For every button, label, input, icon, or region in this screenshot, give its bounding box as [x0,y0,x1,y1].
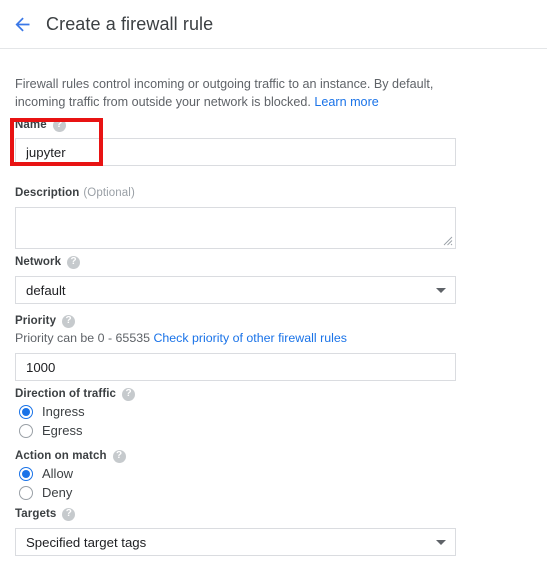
name-field-group: Name [15,118,456,166]
priority-field-group: Priority Priority can be 0 - 65535 Check… [15,314,456,381]
priority-label: Priority [15,314,456,328]
arrow-left-icon[interactable] [10,12,34,36]
targets-field-group: Targets Specified target tags [15,507,456,556]
learn-more-link[interactable]: Learn more [314,95,378,109]
network-label-text: Network [15,256,62,268]
network-label: Network [15,255,456,269]
network-select[interactable]: default [15,276,456,304]
help-circle-icon[interactable] [122,387,136,401]
help-circle-icon[interactable] [67,255,81,269]
action-label-text: Action on match [15,450,107,462]
radio-action-allow[interactable]: Allow [15,465,126,482]
page-header: Create a firewall rule [0,0,547,49]
direction-field-group: Direction of traffic Ingress Egress [15,387,136,439]
priority-hint: Priority can be 0 - 65535 Check priority… [15,330,456,346]
radio-button-unselected-icon[interactable] [19,423,33,438]
radio-button-unselected-icon[interactable] [19,485,33,500]
network-select-value: default [26,282,66,298]
action-field-group: Action on match Allow Deny [15,449,126,501]
description-optional-text: (Optional) [83,187,135,199]
radio-button-selected-icon[interactable] [19,404,33,419]
help-circle-icon[interactable] [62,314,76,328]
description-textarea-wrapper [15,207,456,249]
radio-direction-egress-label: Egress [42,422,83,438]
radio-action-deny[interactable]: Deny [15,484,126,501]
intro-text: Firewall rules control incoming or outgo… [15,75,445,111]
radio-action-deny-label: Deny [42,484,73,500]
priority-label-text: Priority [15,315,57,327]
check-priority-link[interactable]: Check priority of other firewall rules [153,331,347,345]
priority-hint-text: Priority can be 0 - 65535 [15,331,154,345]
description-label: Description (Optional) [15,186,456,200]
help-circle-icon[interactable] [112,449,126,463]
name-label-text: Name [15,119,47,131]
chevron-down-icon [436,288,446,293]
radio-direction-egress[interactable]: Egress [15,422,135,439]
help-circle-icon[interactable] [52,118,66,132]
chevron-down-icon [436,540,446,545]
direction-label: Direction of traffic [15,387,136,401]
radio-button-selected-icon[interactable] [19,466,33,481]
description-textarea[interactable] [15,207,456,249]
targets-select[interactable]: Specified target tags [15,528,456,556]
direction-label-text: Direction of traffic [15,388,117,400]
priority-input[interactable] [15,353,456,381]
radio-action-allow-label: Allow [42,465,74,481]
page-title: Create a firewall rule [46,14,214,34]
network-field-group: Network default [15,255,456,304]
radio-direction-ingress-label: Ingress [42,403,85,419]
name-input[interactable] [15,138,456,166]
targets-label-text: Targets [15,508,57,520]
description-field-group: Description (Optional) [15,186,456,249]
targets-select-value: Specified target tags [26,534,147,550]
targets-label: Targets [15,507,456,521]
action-label: Action on match [15,449,126,463]
radio-direction-ingress[interactable]: Ingress [15,403,135,420]
create-firewall-rule-page: Create a firewall rule Firewall rules co… [0,0,547,561]
name-label: Name [15,118,456,132]
description-label-text: Description [15,187,80,199]
help-circle-icon[interactable] [62,507,76,521]
